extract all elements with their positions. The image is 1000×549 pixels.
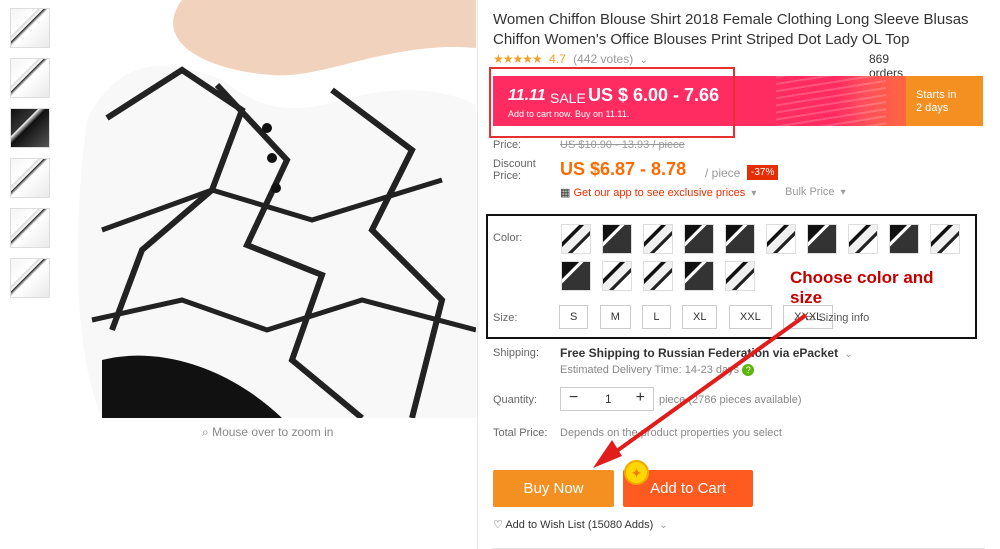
size-selector: S M L XL XXL XXXL [559, 305, 840, 329]
sizing-info-link[interactable]: ▭ Sizing info [805, 311, 869, 324]
color-swatch[interactable] [930, 224, 960, 254]
ruler-icon: ▭ [805, 312, 816, 324]
color-swatch[interactable] [561, 224, 591, 254]
color-swatch[interactable] [807, 224, 837, 254]
size-option-xxl[interactable]: XXL [728, 305, 772, 329]
color-swatch[interactable] [561, 261, 591, 291]
thumbnail-image[interactable] [10, 58, 50, 98]
color-swatch[interactable] [766, 224, 796, 254]
banner-stripes [776, 76, 886, 126]
thumbnail-image[interactable] [10, 208, 50, 248]
coin-icon: ✦ [624, 460, 649, 485]
rating-value: 4.7 [549, 52, 566, 66]
bulk-price-label[interactable]: Bulk Price [785, 186, 835, 198]
increase-button[interactable]: + [636, 389, 645, 407]
zoom-hint: ⌕ Mouse over to zoom in [202, 425, 333, 440]
color-swatch[interactable] [889, 224, 919, 254]
question-icon[interactable]: ? [742, 364, 755, 377]
size-option-m[interactable]: M [599, 305, 631, 329]
total-note: Depends on the product properties you se… [560, 427, 782, 439]
per-piece: / piece [705, 166, 741, 180]
annotation-text: Choose color and size [790, 268, 934, 307]
quantity-stepper[interactable]: − 1 + [560, 387, 654, 411]
magnifier-icon: ⌕ [202, 425, 209, 439]
bulk-price-dropdown[interactable]: Bulk Price ▾ [785, 186, 846, 198]
size-option-xl[interactable]: XL [682, 305, 718, 329]
sale-starts-box: Starts in 2 days [906, 76, 983, 126]
size-option-s[interactable]: S [559, 305, 589, 329]
stock-info: piece (2786 pieces available) [659, 394, 802, 406]
rating-row: ★★★★★ 4.7 (442 votes) ⌄ 869 orders [493, 52, 903, 80]
zoom-hint-text: Mouse over to zoom in [212, 425, 334, 439]
wishlist-text[interactable]: Add to Wish List (15080 Adds) [505, 519, 653, 531]
starts-label: Starts in [916, 89, 957, 101]
color-label: Color: [493, 232, 523, 244]
quantity-label: Quantity: [493, 394, 538, 406]
qr-code-icon: ▦ [560, 187, 571, 199]
thumbnail-image[interactable] [10, 108, 50, 148]
total-label: Total Price: [493, 427, 548, 439]
buy-now-button[interactable]: Buy Now [493, 470, 614, 507]
thumbnail-image[interactable] [10, 258, 50, 298]
color-swatch[interactable] [602, 224, 632, 254]
wishlist-link[interactable]: ♡ Add to Wish List (15080 Adds) ⌄ [493, 518, 668, 531]
old-price: US $10.90 - 13.93 / piece [560, 139, 685, 151]
color-swatch[interactable] [725, 261, 755, 291]
color-swatch[interactable] [643, 261, 673, 291]
thumbnail-image[interactable] [10, 8, 50, 48]
sizing-info-text[interactable]: Sizing info [818, 312, 869, 324]
color-swatch[interactable] [725, 224, 755, 254]
color-swatch[interactable] [602, 261, 632, 291]
app-price-link[interactable]: ▦ Get our app to see exclusive prices ▾ [560, 186, 756, 199]
discount-price: US $6.87 - 8.78 [560, 159, 687, 179]
color-swatch[interactable] [684, 261, 714, 291]
star-rating-icon: ★★★★★ [493, 52, 543, 66]
price-label: Price: [493, 139, 522, 151]
annotation-red-box [489, 67, 735, 138]
thumbnail-image[interactable] [10, 158, 50, 198]
shipping-text[interactable]: Free Shipping to Russian Federation via … [560, 346, 853, 360]
delivery-estimate: Estimated Delivery Time: 14-23 days ? [560, 364, 755, 377]
heart-icon: ♡ [493, 519, 503, 531]
decrease-button[interactable]: − [569, 389, 578, 407]
thumbnail-list [10, 8, 54, 308]
color-swatch[interactable] [643, 224, 673, 254]
chevron-down-icon[interactable]: ⌄ [640, 55, 648, 66]
discount-label: Discount Price: [493, 158, 536, 182]
main-product-image[interactable] [62, 0, 476, 418]
color-swatch[interactable] [848, 224, 878, 254]
product-photo-icon [62, 0, 476, 418]
chevron-down-icon[interactable]: ⌄ [844, 349, 852, 360]
starts-value: 2 days [916, 102, 949, 114]
app-link-text[interactable]: Get our app to see exclusive prices [573, 187, 745, 199]
quantity-value[interactable]: 1 [605, 392, 612, 406]
estimate-text: Estimated Delivery Time: 14-23 days [560, 364, 740, 376]
shipping-label: Shipping: [493, 347, 539, 359]
chevron-down-icon[interactable]: ▾ [841, 187, 846, 198]
size-option-l[interactable]: L [642, 305, 671, 329]
product-title: Women Chiffon Blouse Shirt 2018 Female C… [493, 11, 969, 48]
divider [477, 0, 478, 549]
discount-badge: -37% [747, 165, 779, 180]
votes-link[interactable]: (442 votes) [573, 52, 633, 66]
shipping-method[interactable]: Free Shipping to Russian Federation via … [560, 346, 838, 360]
chevron-down-icon[interactable]: ⌄ [659, 520, 667, 531]
color-swatch[interactable] [684, 224, 714, 254]
chevron-down-icon[interactable]: ▾ [751, 188, 756, 199]
size-label: Size: [493, 312, 518, 324]
